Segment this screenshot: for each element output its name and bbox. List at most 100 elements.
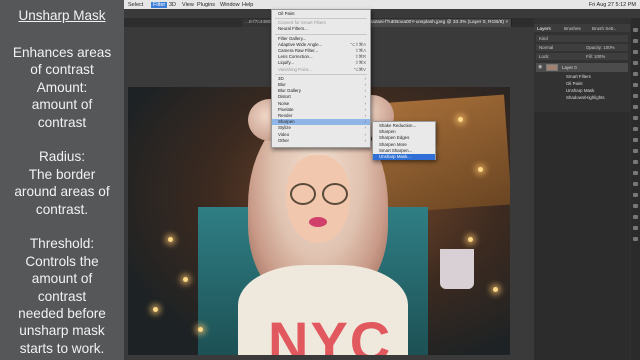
- menu-help[interactable]: Help: [242, 2, 253, 8]
- panel-tool-icon[interactable]: [633, 28, 638, 32]
- panel-tool-icon[interactable]: [633, 83, 638, 87]
- filter-menu-item[interactable]: Neural Filters...: [272, 26, 370, 32]
- menu-filter[interactable]: Filter: [151, 1, 168, 8]
- menu-window[interactable]: Window: [220, 2, 240, 8]
- menu-separator: [275, 33, 367, 35]
- filter-menu-item[interactable]: Distort ›: [272, 94, 370, 100]
- slide-line: needed before: [18, 306, 106, 322]
- panel-tool-icon[interactable]: [633, 171, 638, 175]
- glasses-lens-right: [322, 183, 348, 205]
- filter-menu-item[interactable]: Filter Gallery...: [272, 36, 370, 42]
- panel-tool-icon[interactable]: [633, 237, 638, 241]
- panel-tool-icon[interactable]: [633, 61, 638, 65]
- layer-name: Layer 0: [562, 65, 577, 70]
- menu-item-label: Blur Gallery: [278, 88, 301, 94]
- menu-item-label: Filter Gallery...: [278, 35, 307, 41]
- panel-tool-icon[interactable]: [633, 138, 638, 142]
- cup: [440, 249, 474, 289]
- filter-menu-item[interactable]: Stylize ›: [272, 125, 370, 131]
- filter-menu-item[interactable]: Oil Paint: [272, 11, 370, 17]
- panel-tool-icon[interactable]: [633, 204, 638, 208]
- sharpen-submenu-item[interactable]: Sharpen Edges: [373, 135, 435, 141]
- panel-tool-icon[interactable]: [633, 226, 638, 230]
- menu-item-label: Blur: [278, 82, 286, 87]
- sharpen-submenu-item[interactable]: Sharpen More: [373, 142, 435, 148]
- menu-item-label: Vanishing Point...: [278, 66, 312, 72]
- panel-tool-icon[interactable]: [633, 160, 638, 164]
- menu-select[interactable]: Select: [128, 2, 143, 8]
- bokeh-light: [198, 327, 203, 332]
- panel-tool-icon[interactable]: [633, 182, 638, 186]
- tab-brush-settings[interactable]: Brush Sett..: [592, 26, 616, 31]
- panel-tool-icon[interactable]: [633, 39, 638, 43]
- slide-line: starts to work.: [19, 340, 105, 356]
- submenu-arrow-icon: ›: [364, 94, 366, 100]
- filter-menu-item[interactable]: Pixelate ›: [272, 107, 370, 113]
- photoshop-window: Select Filter 3D View Plugins Window Hel…: [124, 0, 640, 360]
- panel-tool-icon[interactable]: [633, 50, 638, 54]
- filter-menu-item[interactable]: Video ›: [272, 132, 370, 138]
- menu-view[interactable]: View: [182, 2, 194, 8]
- smart-filter-row[interactable]: Smart Filters: [536, 73, 628, 80]
- layer-name: Smart Filters: [566, 74, 591, 79]
- panel-tool-icon[interactable]: [633, 116, 638, 120]
- unsharp-mask-menu-item[interactable]: Unsharp Mask...: [373, 154, 435, 160]
- smart-filter-row[interactable]: Shadows/Highlights: [536, 94, 628, 101]
- submenu-arrow-icon: ›: [364, 131, 366, 137]
- panel-tool-icon[interactable]: [633, 105, 638, 109]
- slide-line: contrast.: [35, 201, 89, 217]
- layer-filter-kind[interactable]: Kind: [536, 35, 628, 42]
- smart-filter-row[interactable]: Unsharp Mask: [536, 87, 628, 94]
- tab-layers[interactable]: Layers: [537, 26, 551, 31]
- opacity-field[interactable]: Opacity: 100%: [586, 44, 615, 51]
- submenu-arrow-icon: ›: [364, 82, 366, 87]
- panel-icons-strip: [631, 18, 640, 360]
- panel-tool-icon[interactable]: [633, 149, 638, 153]
- filter-menu-item[interactable]: Other ›: [272, 138, 370, 144]
- submenu-arrow-icon: ›: [364, 137, 366, 143]
- panel-tool-icon[interactable]: [633, 94, 638, 98]
- tab-brushes[interactable]: Brushes: [564, 26, 581, 31]
- filter-menu-item[interactable]: Lens Correction... ⇧⌘R: [272, 54, 370, 60]
- layer-name: Shadows/Highlights: [566, 95, 605, 100]
- filter-menu-item[interactable]: Camera Raw Filter... ⇧⌘A: [272, 48, 370, 54]
- panel-tool-icon[interactable]: [633, 193, 638, 197]
- filter-menu: Oil Paint Convert for Smart Filters Neural…: [271, 9, 371, 148]
- filter-menu-item[interactable]: Noise ›: [272, 101, 370, 107]
- filter-menu-item[interactable]: Blur Gallery ›: [272, 88, 370, 94]
- menu-item-label: Sharpen: [278, 119, 295, 125]
- menu-item-label: Render: [278, 113, 293, 118]
- sharpen-submenu-item[interactable]: Shake Reduction...: [373, 123, 435, 129]
- menu-item-shortcut: ⌥⌘V: [353, 66, 366, 72]
- visibility-eye-icon[interactable]: ◉: [538, 63, 542, 72]
- layer-name: Oil Paint: [566, 81, 583, 86]
- bokeh-light: [493, 287, 498, 292]
- filter-menu-item[interactable]: Sharpen ›: [272, 119, 370, 126]
- tab-document-2[interactable]: ali-pazani-fTuEBoxa00Y-unsplash.jpeg @ 3…: [360, 19, 513, 27]
- slide-line: The border: [28, 166, 96, 182]
- filter-menu-item[interactable]: Adaptive Wide Angle... ⌥⇧⌘A: [272, 42, 370, 48]
- bokeh-light: [468, 237, 473, 242]
- menu-3d[interactable]: 3D: [169, 2, 176, 8]
- fill-field[interactable]: Fill: 100%: [586, 53, 605, 60]
- filter-menu-item[interactable]: Blur ›: [272, 82, 370, 88]
- blend-mode-select[interactable]: Normal Opacity: 100%: [536, 44, 628, 51]
- panel-tool-icon[interactable]: [633, 72, 638, 76]
- filter-menu-item[interactable]: Liquify... ⇧⌘X: [272, 60, 370, 66]
- layer-name: Unsharp Mask: [566, 88, 595, 93]
- slide-line: of contrast: [30, 62, 94, 78]
- menu-item-label: Noise: [278, 100, 290, 106]
- bokeh-light: [183, 277, 188, 282]
- clock-status: Fri Aug 27 5:12 PM: [588, 1, 636, 8]
- submenu-arrow-icon: ›: [364, 106, 366, 112]
- menu-separator: [275, 73, 367, 75]
- panel-tool-icon[interactable]: [633, 127, 638, 131]
- layer-row[interactable]: ◉ Layer 0: [536, 63, 628, 72]
- filter-menu-item[interactable]: Render ›: [272, 113, 370, 119]
- panel-tool-icon[interactable]: [633, 215, 638, 219]
- sharpen-submenu-item[interactable]: Sharpen: [373, 129, 435, 135]
- sharpen-submenu-item[interactable]: Smart Sharpen...: [373, 148, 435, 154]
- filter-menu-item[interactable]: 3D ›: [272, 76, 370, 82]
- menu-plugins[interactable]: Plugins: [197, 2, 215, 8]
- smart-filter-row[interactable]: Oil Paint: [536, 80, 628, 87]
